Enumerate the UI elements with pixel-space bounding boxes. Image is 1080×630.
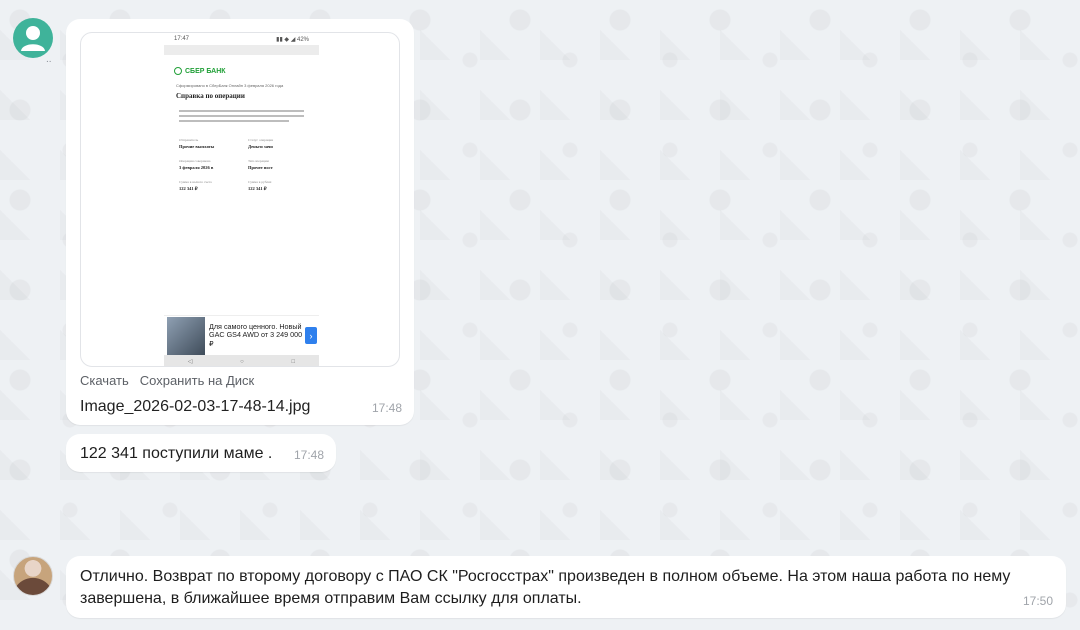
avatar-status-dots: .. bbox=[46, 54, 52, 65]
operator-avatar[interactable] bbox=[13, 556, 53, 596]
message-bubble: Отлично. Возврат по второму договору с П… bbox=[66, 556, 1066, 618]
phone-status-time: 17:47 bbox=[174, 36, 190, 42]
bank-name: СБЕР БАНК bbox=[185, 67, 226, 75]
doc-generated-note: Сформировано в СберБанк Онлайн 3 февраля… bbox=[176, 83, 284, 88]
doc-field: Сумма в валюте счета 122 341 ₽ bbox=[179, 180, 212, 191]
doc-title: Справка по операции bbox=[176, 92, 245, 100]
phone-status-bar: 17:47 ▮▮ ◆ ◢ 42% bbox=[164, 33, 319, 45]
doc-field: Статус операции Деньги зачи bbox=[248, 138, 274, 149]
message-bubble: 122 341 поступили маме . 17:48 bbox=[66, 434, 336, 472]
message-time: 17:48 bbox=[372, 401, 403, 415]
file-name[interactable]: Image_2026-02-03-17-48-14.jpg bbox=[80, 398, 310, 416]
phone-header-strip bbox=[164, 45, 319, 55]
car-ad-image bbox=[167, 316, 205, 355]
home-icon: ○ bbox=[240, 358, 244, 365]
back-icon: ◁ bbox=[187, 359, 193, 365]
doc-text-lines bbox=[179, 110, 319, 122]
image-preview[interactable]: 17:47 ▮▮ ◆ ◢ 42% СБЕР БАНК Сформировано … bbox=[80, 32, 400, 367]
doc-field: Операция совершена 3 февраля 2026 в bbox=[179, 159, 214, 170]
doc-fields: Отправитель Прочие выплаты Статус операци… bbox=[179, 138, 309, 192]
phone-nav-bar: ◁ ○ □ bbox=[164, 355, 319, 366]
user-avatar[interactable] bbox=[13, 18, 53, 58]
person-icon bbox=[21, 26, 45, 51]
message-text: Отлично. Возврат по второму договору с П… bbox=[80, 568, 1011, 607]
message-time: 17:50 bbox=[1023, 594, 1054, 608]
download-link[interactable]: Скачать bbox=[80, 373, 129, 388]
phone-screenshot: 17:47 ▮▮ ◆ ◢ 42% СБЕР БАНК Сформировано … bbox=[164, 33, 319, 366]
save-to-disk-link[interactable]: Сохранить на Диск bbox=[140, 373, 255, 388]
sber-logo-icon bbox=[174, 67, 182, 75]
sber-bank-logo: СБЕР БАНК bbox=[174, 67, 319, 75]
doc-field: Тип операции Прочее пост bbox=[248, 159, 273, 170]
recent-apps-icon: □ bbox=[291, 358, 296, 365]
doc-field: Отправитель Прочие выплаты bbox=[179, 138, 215, 149]
attachment-message-bubble: 17:47 ▮▮ ◆ ◢ 42% СБЕР БАНК Сформировано … bbox=[66, 19, 414, 425]
phone-status-icons: ▮▮ ◆ ◢ 42% bbox=[276, 36, 309, 43]
ad-arrow-icon: › bbox=[305, 327, 317, 344]
message-text: 122 341 поступили маме . bbox=[80, 445, 273, 462]
file-actions: Скачать Сохранить на Диск bbox=[80, 373, 254, 388]
ad-text: Для самого ценного. Новый GAC GS4 AWD от… bbox=[209, 321, 303, 348]
ad-banner: Для самого ценного. Новый GAC GS4 AWD от… bbox=[164, 315, 319, 355]
message-time: 17:48 bbox=[294, 448, 325, 462]
doc-field: Сумма в рублях 122 341 ₽ bbox=[248, 180, 272, 191]
